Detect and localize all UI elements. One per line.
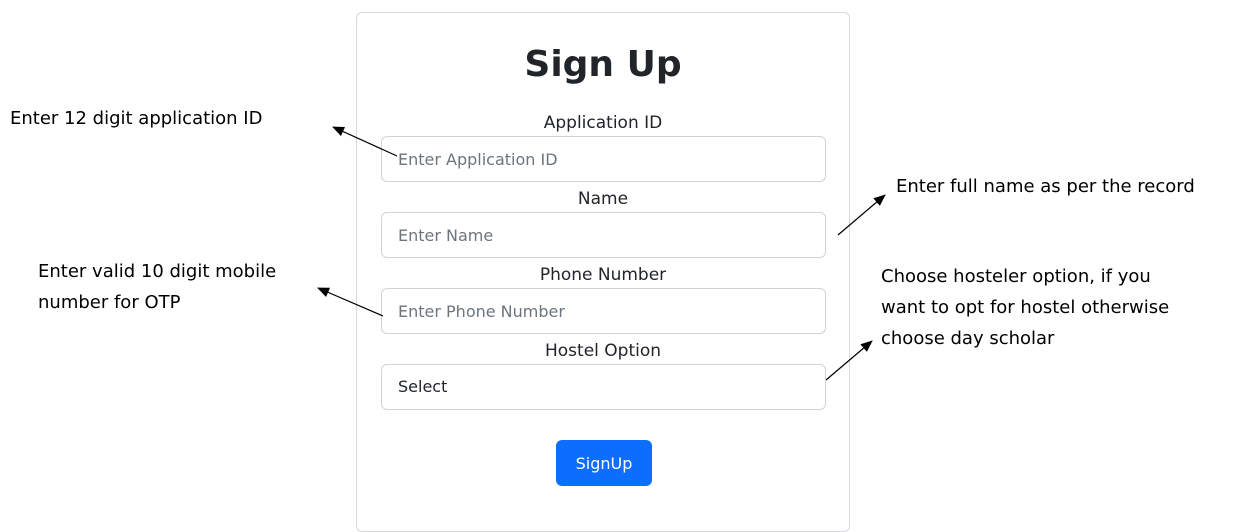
name-annotation: Enter full name as per the record [896, 176, 1195, 197]
signup-card: Sign Up Application ID Name Phone Number… [356, 12, 850, 532]
phone-annotation-line-1: Enter valid 10 digit mobile [38, 261, 277, 282]
name-input[interactable] [381, 212, 826, 258]
name-label: Name [577, 189, 629, 209]
hostel-annotation: Choose hosteler option, if you want to o… [881, 261, 1246, 354]
page-title: Sign Up [524, 44, 682, 85]
application-id-input[interactable] [381, 136, 826, 182]
hostel-option-selected-value: Select [398, 377, 448, 396]
phone-annotation-line-2: number for OTP [38, 292, 181, 313]
phone-annotation: Enter valid 10 digit mobile number for O… [38, 256, 276, 318]
phone-number-label: Phone Number [539, 265, 667, 285]
hostel-annotation-line-3: choose day scholar [881, 328, 1055, 349]
hostel-option-select[interactable]: Select [381, 364, 826, 410]
hostel-option-label: Hostel Option [544, 341, 662, 361]
phone-number-input[interactable] [381, 288, 826, 334]
hostel-annotation-line-2: want to opt for hostel otherwise [881, 297, 1170, 318]
application-id-annotation: Enter 12 digit application ID [10, 108, 263, 129]
hostel-annotation-line-1: Choose hosteler option, if you [881, 266, 1151, 287]
signup-button[interactable]: SignUp [556, 440, 652, 486]
application-id-label: Application ID [543, 113, 663, 133]
